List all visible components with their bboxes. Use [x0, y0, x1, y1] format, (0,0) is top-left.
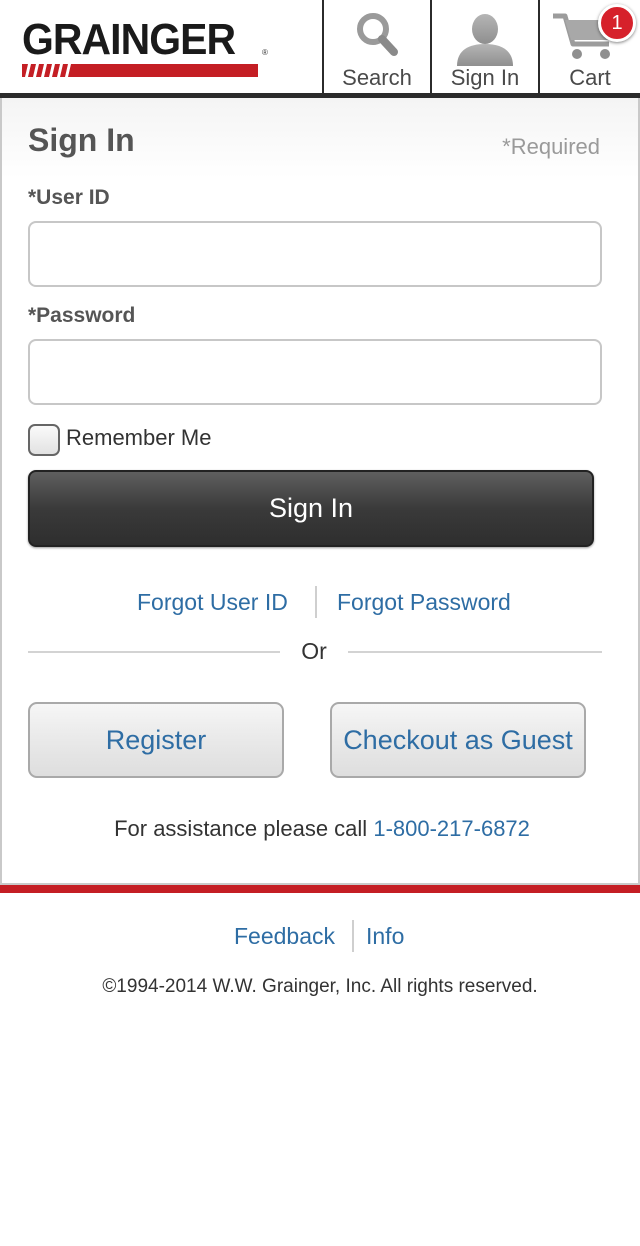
nav-cart-label: Cart	[569, 65, 611, 90]
search-icon	[357, 13, 398, 56]
or-label: Or	[301, 638, 327, 664]
page-title: Sign In	[28, 122, 135, 158]
password-label: *Password	[28, 304, 136, 327]
assistance-text: For assistance please call 1-800-217-687…	[2, 816, 640, 842]
logo-wordmark: GRAINGER	[22, 15, 236, 64]
footer-divider	[352, 920, 354, 952]
footer-links: Feedback Info	[0, 920, 640, 954]
footer-red-bar	[0, 885, 640, 893]
forgot-password-link[interactable]: Forgot Password	[337, 589, 511, 616]
register-button[interactable]: Register	[28, 702, 284, 778]
user-id-label: *User ID	[28, 186, 110, 209]
forgot-links: Forgot User ID Forgot Password	[2, 586, 640, 622]
assistance-label: For assistance please call	[114, 816, 368, 841]
user-silhouette-icon	[457, 14, 513, 66]
links-divider	[315, 586, 317, 618]
user-id-field[interactable]	[28, 221, 602, 287]
nav-cart-button[interactable]: 1 Cart	[538, 0, 640, 93]
or-line-right	[348, 651, 602, 653]
copyright-text: ©1994-2014 W.W. Grainger, Inc. All right…	[102, 976, 538, 997]
signin-submit-button[interactable]: Sign In	[28, 470, 594, 547]
signin-panel: Sign In *Required *User ID *Password Rem…	[0, 98, 640, 885]
remember-me-checkbox[interactable]	[28, 424, 60, 456]
forgot-user-id-link[interactable]: Forgot User ID	[137, 589, 288, 616]
password-field[interactable]	[28, 339, 602, 405]
or-separator: Or	[28, 634, 602, 668]
required-note: *Required	[502, 134, 600, 159]
assistance-phone-link[interactable]: 1-800-217-6872	[373, 816, 530, 841]
nav-search-label: Search	[342, 65, 412, 90]
nav-signin-button[interactable]: Sign In	[430, 0, 538, 93]
grainger-logo[interactable]: GRAINGER ®	[20, 18, 270, 80]
logo-red-bar	[22, 64, 258, 77]
logo-registered-mark: ®	[262, 48, 268, 57]
remember-me-label[interactable]: Remember Me	[66, 425, 211, 451]
cart-count-badge: 1	[598, 4, 636, 42]
nav-signin-label: Sign In	[450, 65, 520, 90]
or-line-left	[28, 651, 280, 653]
site-header: GRAINGER ® Search Sign In 1 Cart	[0, 0, 640, 98]
checkout-as-guest-button[interactable]: Checkout as Guest	[330, 702, 586, 778]
info-link[interactable]: Info	[366, 923, 404, 950]
nav-search-button[interactable]: Search	[322, 0, 430, 93]
feedback-link[interactable]: Feedback	[234, 923, 335, 950]
